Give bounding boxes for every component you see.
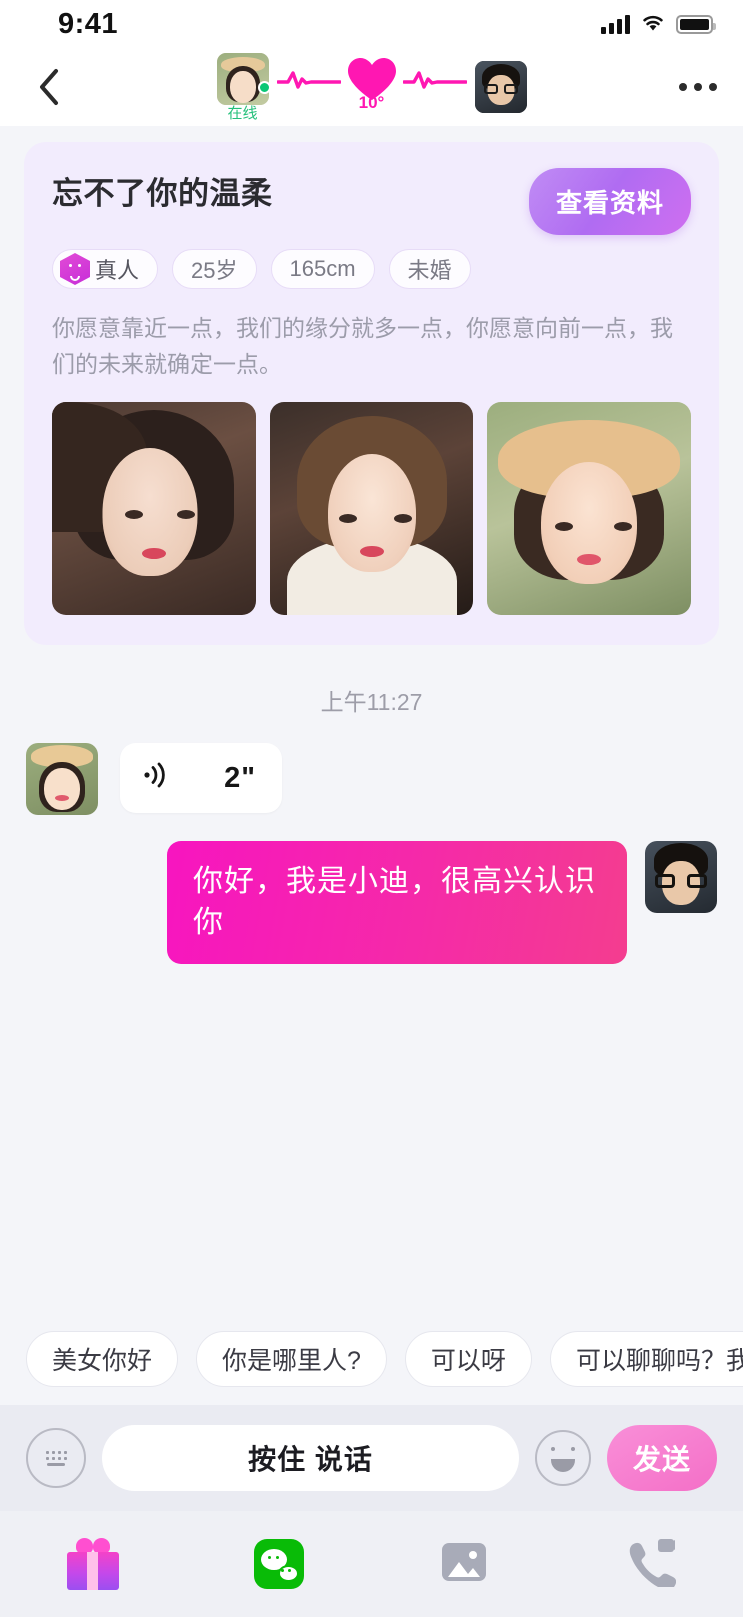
profile-name: 忘不了你的温柔 [52, 176, 273, 211]
chat-screen: 9:41 在线 10° 忘不了你的温柔 查看资料 真人 25岁 165cm 未婚… [0, 0, 743, 1617]
my-avatar[interactable] [474, 61, 527, 113]
input-bar: 按住 说话 发送 [0, 1405, 743, 1511]
press-to-talk-button[interactable]: 按住 说话 [102, 1425, 519, 1491]
profile-description: 你愿意靠近一点，我们的缘分就多一点，你愿意向前一点，我们的未来就确定一点。 [52, 315, 673, 377]
video-call-button[interactable] [557, 1537, 743, 1592]
message-row-text: 你好，我是小迪，很高兴认识你 [0, 841, 743, 965]
battery-icon [676, 14, 716, 34]
voice-message-bubble[interactable]: 2" [120, 743, 282, 814]
intimacy-header: 在线 10° [216, 48, 527, 126]
wechat-icon [253, 1539, 304, 1589]
tag-label: 真人 [95, 258, 140, 283]
quick-reply-chip[interactable]: 可以呀 [404, 1331, 532, 1387]
heartbeat-pulse-icon-left [276, 66, 341, 92]
tag-real-person: 真人 [52, 249, 159, 289]
tag-age: 25岁 [172, 249, 257, 289]
image-gallery-icon [439, 1537, 489, 1592]
quick-replies: 美女你好 你是哪里人? 可以呀 可以聊聊吗？我想你了 [0, 1331, 743, 1405]
heartbeat-pulse-icon-right [402, 66, 467, 92]
view-profile-button[interactable]: 查看资料 [528, 168, 691, 235]
profile-tags: 真人 25岁 165cm 未婚 [52, 249, 691, 289]
more-options-icon[interactable] [679, 83, 717, 91]
status-bar: 9:41 [0, 0, 743, 48]
tag-marital-status: 未婚 [388, 249, 471, 289]
profile-photo-3[interactable] [487, 402, 692, 616]
peer-online-label: 在线 [227, 105, 258, 122]
status-time: 9:41 [58, 7, 119, 40]
nav-bar: 在线 10° [0, 48, 743, 126]
keyboard-icon[interactable] [26, 1428, 86, 1488]
message-row-voice: 2" [0, 743, 743, 816]
profile-card: 忘不了你的温柔 查看资料 真人 25岁 165cm 未婚 你愿意靠近一点，我们的… [24, 142, 719, 646]
video-call-icon [624, 1537, 677, 1592]
gift-icon [66, 1538, 119, 1590]
profile-photos [52, 402, 692, 616]
voice-wave-icon [142, 760, 172, 796]
gift-button[interactable] [0, 1538, 186, 1590]
wifi-icon [640, 12, 666, 37]
intimacy-meter[interactable]: 10° [276, 55, 467, 119]
chat-content: 忘不了你的温柔 查看资料 真人 25岁 165cm 未婚 你愿意靠近一点，我们的… [0, 126, 743, 1405]
avatar[interactable] [645, 841, 717, 914]
peer-info[interactable]: 在线 [216, 53, 269, 122]
profile-photo-1[interactable] [52, 402, 256, 616]
avatar[interactable] [26, 743, 98, 816]
voice-duration: 2" [224, 761, 256, 794]
heart-icon: 10° [345, 55, 399, 112]
send-button[interactable]: 发送 [606, 1425, 717, 1491]
back-button[interactable] [26, 64, 72, 110]
image-button[interactable] [372, 1537, 558, 1592]
quick-reply-chip[interactable]: 可以聊聊吗？我想你了 [549, 1331, 743, 1387]
cellular-signal-icon [601, 14, 630, 34]
online-status-dot [257, 81, 269, 94]
tool-bar [0, 1511, 743, 1617]
emoji-smile-icon[interactable] [534, 1430, 591, 1486]
peer-avatar[interactable] [216, 53, 269, 105]
back-chevron-icon [40, 69, 58, 105]
status-icons [601, 12, 716, 37]
intimacy-degree: 10° [358, 93, 385, 112]
outgoing-message-bubble[interactable]: 你好，我是小迪，很高兴认识你 [167, 841, 627, 965]
profile-card-header: 忘不了你的温柔 查看资料 [52, 168, 691, 235]
tag-height: 165cm [270, 249, 375, 289]
message-timestamp: 上午11:27 [320, 689, 423, 716]
wechat-button[interactable] [186, 1539, 372, 1589]
profile-photo-2[interactable] [269, 402, 474, 616]
verified-real-person-icon [60, 253, 90, 285]
quick-reply-chip[interactable]: 美女你好 [26, 1331, 179, 1387]
quick-reply-chip[interactable]: 你是哪里人? [196, 1331, 387, 1387]
